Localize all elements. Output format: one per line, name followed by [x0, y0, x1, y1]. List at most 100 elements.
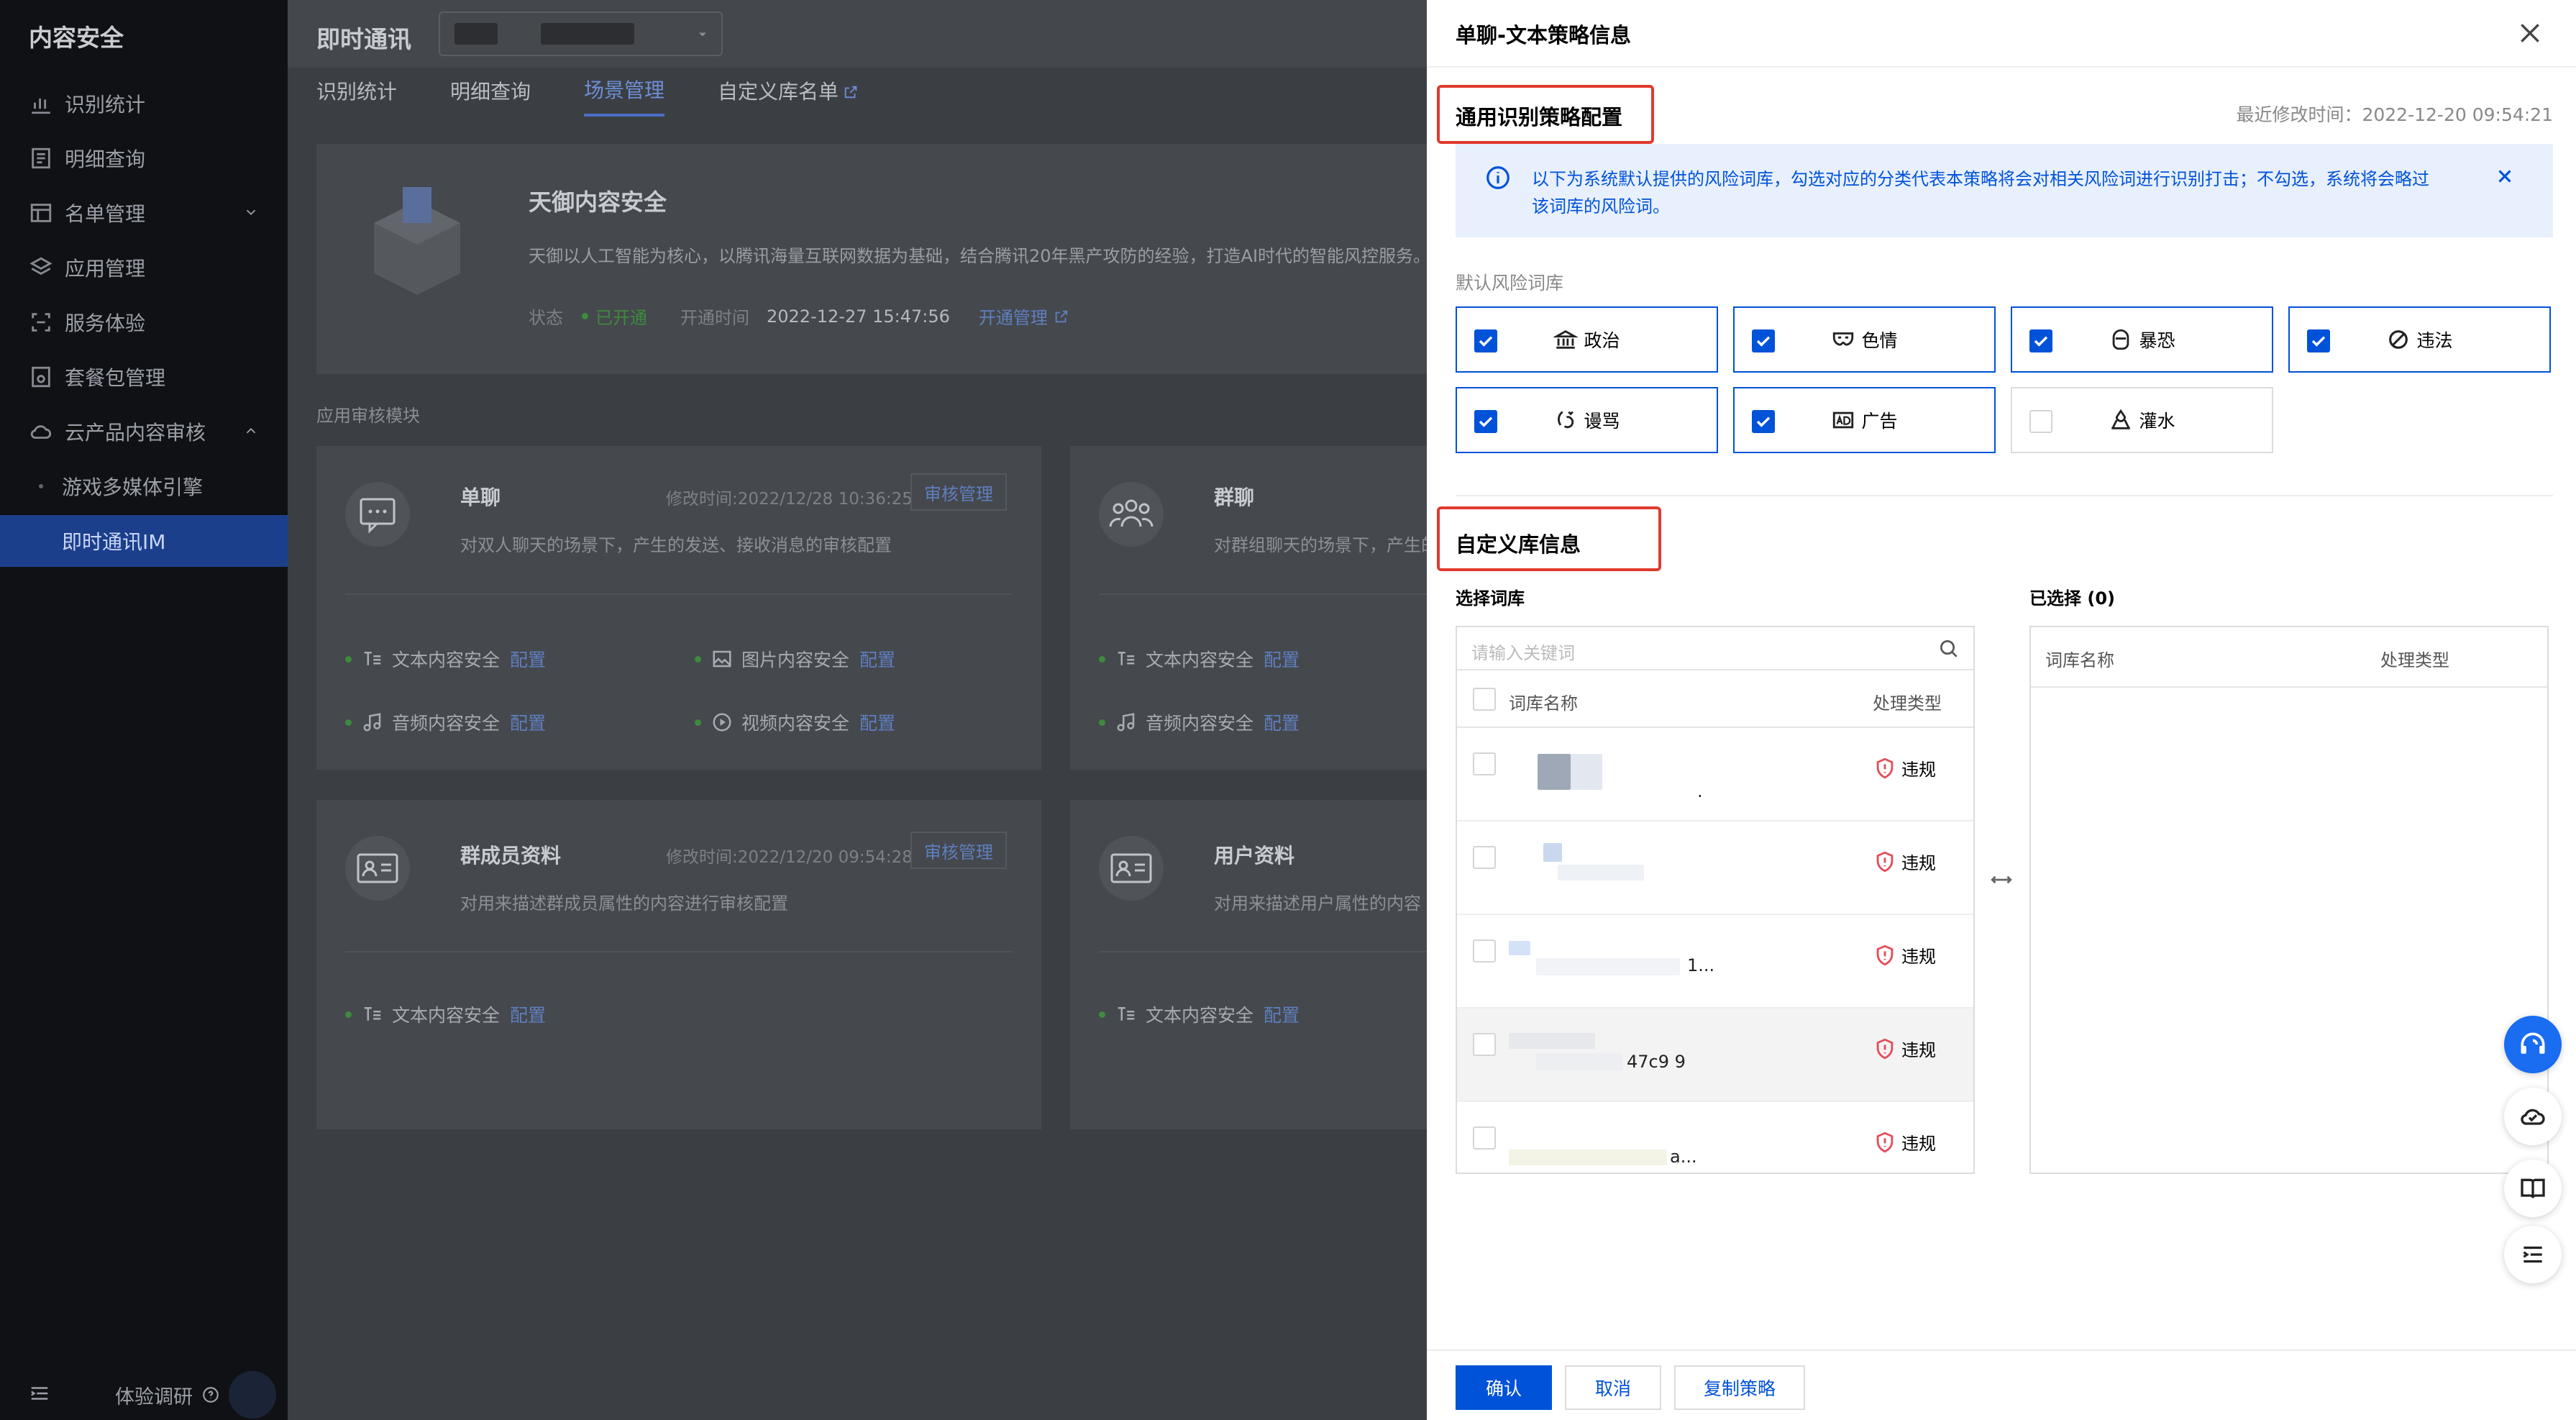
sidebar-item-im[interactable]: 即时通讯IM [0, 515, 288, 567]
cloud-assistant-button[interactable] [2504, 1088, 2562, 1145]
table-row[interactable]: 1... 违规 [1457, 915, 1973, 1009]
page-title: 即时通讯 [316, 25, 411, 53]
config-link[interactable]: 配置 [1264, 1001, 1300, 1027]
category-porn[interactable]: 色情 [1733, 306, 1996, 373]
sidebar-item-stats[interactable]: 识别统计 [0, 78, 288, 129]
feature-label: 文本内容安全 [1146, 1005, 1254, 1026]
config-link[interactable]: 配置 [510, 709, 546, 735]
tab-bar: 识别统计 明细查询 场景管理 自定义库名单 [316, 68, 912, 117]
checkbox-checked-icon[interactable] [1474, 410, 1497, 433]
menu-button[interactable] [2504, 1226, 2562, 1283]
cloud-check-icon [2521, 1109, 2545, 1125]
config-link[interactable]: 配置 [510, 646, 546, 672]
tab-detail[interactable]: 明细查询 [450, 68, 531, 117]
feature-label: 文本内容安全 [392, 650, 501, 670]
last-modified: 最近修改时间：2022-12-20 09:54:21 [2236, 104, 2553, 125]
docs-button[interactable] [2504, 1160, 2562, 1217]
drawer-header: 单聊-文本策略信息 [1427, 0, 2576, 68]
redacted-block [1543, 843, 1562, 862]
checkbox-unchecked-icon[interactable] [2029, 410, 2052, 433]
section-title-general: 通用识别策略配置 [1456, 105, 1623, 129]
category-spam[interactable]: 灌水 [2011, 387, 2273, 453]
category-illegal[interactable]: 违法 [2288, 306, 2551, 373]
tab-custom-lists[interactable]: 自定义库名单 [718, 68, 859, 117]
confirm-button[interactable]: 确认 [1456, 1365, 1552, 1410]
info-alert: 以下为系统默认提供的风险词库，勾选对应的分类代表本策略将会对相关风险词进行识别打… [1456, 144, 2553, 237]
table-row[interactable]: . 违规 [1457, 728, 1973, 821]
copy-strategy-button[interactable]: 复制策略 [1674, 1365, 1805, 1410]
table-row[interactable]: 47c9 9 违规 [1457, 1009, 1973, 1102]
government-icon [1553, 330, 1579, 349]
ad-icon [1833, 411, 1854, 429]
status-dot [345, 655, 352, 663]
category-abuse[interactable]: 谩骂 [1456, 387, 1718, 453]
sidebar-item-cloud-review[interactable]: 云产品内容审核 [0, 406, 288, 458]
row-checkbox[interactable] [1473, 752, 1496, 775]
sidebar-item-apps[interactable]: 应用管理 [0, 242, 288, 293]
redacted-block [1536, 958, 1680, 975]
module-card-group-member-profile: 群成员资料 修改时间:2022/12/20 09:54:28 审核管理 对用来描… [316, 800, 1041, 1129]
select-all-checkbox[interactable] [1473, 688, 1496, 711]
open-manage-link[interactable]: 开通管理 [979, 304, 1048, 329]
menu-collapse-icon[interactable] [29, 1383, 50, 1404]
category-ad[interactable]: 广告 [1733, 387, 1996, 453]
product-illustration [352, 180, 482, 309]
close-icon[interactable] [2494, 165, 2516, 187]
tab-stats[interactable]: 识别统计 [316, 68, 397, 117]
module-title: 群成员资料 [460, 844, 562, 868]
shield-alert-icon [1876, 757, 1894, 778]
status-dot [582, 313, 588, 319]
config-link[interactable]: 配置 [1264, 646, 1300, 672]
row-checkbox[interactable] [1473, 1033, 1496, 1056]
tab-scenes[interactable]: 场景管理 [584, 68, 665, 117]
sidebar-item-packages[interactable]: 套餐包管理 [0, 351, 288, 403]
review-manage-button[interactable]: 审核管理 [910, 832, 1007, 869]
category-terror[interactable]: 暴恐 [2011, 306, 2273, 373]
sidebar-item-game-engine[interactable]: 游戏多媒体引擎 [0, 460, 288, 512]
cloud-icon [30, 425, 52, 439]
product-card: 天御内容安全 天御以人工智能为核心，以腾讯海量互联网数据为基础，结合腾讯20年黑… [316, 144, 1427, 374]
close-icon[interactable] [2516, 19, 2544, 47]
module-title: 单聊 [460, 486, 501, 509]
config-link[interactable]: 配置 [1264, 709, 1300, 735]
checkbox-checked-icon[interactable] [2307, 329, 2330, 352]
type-tag: 违规 [1873, 1129, 1936, 1155]
customer-service-button[interactable] [2504, 1016, 2562, 1073]
review-manage-button[interactable]: 审核管理 [910, 473, 1007, 511]
sidebar-item-experience[interactable]: 服务体验 [0, 296, 288, 348]
library-list-panel: 请输入关键词 词库名称 处理类型 . 违规 违规 1... 违规 47c9 9 … [1456, 626, 1975, 1174]
survey-link[interactable]: 体验调研 [115, 1381, 193, 1409]
category-label: 暴恐 [2139, 330, 2175, 351]
module-card-group-chat: 群聊 对群组聊天的场景下，产生的 文本内容安全 配置 音频内容安全 配置 [1070, 446, 1438, 770]
table-row[interactable]: a... 违规 [1457, 1102, 1973, 1174]
search-bar[interactable]: 请输入关键词 [1457, 627, 1973, 670]
feature-audio-safety: 音频内容安全 配置 [345, 709, 546, 735]
redacted-block [1509, 941, 1530, 955]
config-link[interactable]: 配置 [859, 646, 895, 672]
top-bar: 即时通讯 [288, 0, 1427, 68]
app-selector[interactable] [439, 12, 723, 56]
shield-alert-icon [1876, 1038, 1894, 1059]
config-link[interactable]: 配置 [859, 709, 895, 735]
sidebar-item-lists[interactable]: 名单管理 [0, 187, 288, 239]
headset-icon [2521, 1032, 2545, 1054]
row-checkbox[interactable] [1473, 1127, 1496, 1150]
checkbox-checked-icon[interactable] [2029, 329, 2052, 352]
table-row[interactable]: 违规 [1457, 821, 1973, 915]
search-icon[interactable] [1937, 637, 1960, 660]
checkbox-checked-icon[interactable] [1752, 329, 1775, 352]
section-title-custom: 自定义库信息 [1456, 532, 1581, 557]
row-checkbox[interactable] [1473, 939, 1496, 962]
cancel-button[interactable]: 取消 [1565, 1365, 1661, 1410]
row-checkbox[interactable] [1473, 846, 1496, 869]
divider [1456, 495, 2553, 496]
config-link[interactable]: 配置 [510, 1001, 546, 1027]
sidebar-item-detail[interactable]: 明细查询 [0, 132, 288, 184]
checkbox-checked-icon[interactable] [1752, 410, 1775, 433]
checkbox-checked-icon[interactable] [1474, 329, 1497, 352]
column-name: 词库名称 [1509, 693, 1578, 714]
feature-text-safety: 文本内容安全 配置 [345, 646, 546, 672]
brand-title: 内容安全 [29, 24, 124, 52]
category-politics[interactable]: 政治 [1456, 306, 1718, 373]
search-input[interactable]: 请输入关键词 [1471, 639, 1575, 664]
